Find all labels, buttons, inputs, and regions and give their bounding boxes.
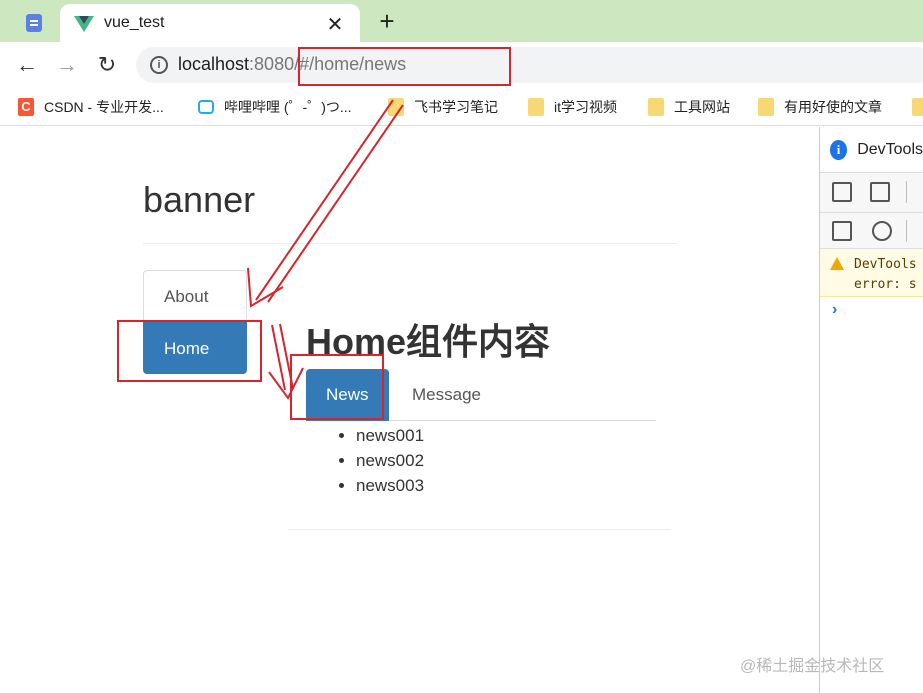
bookmark-label: 哔哩哔哩 (゜-゜)つ... [224, 99, 352, 115]
sidebar-toggle-icon[interactable] [832, 221, 852, 241]
news-list: news001 news002 news003 [356, 423, 424, 498]
vue-logo-icon [74, 14, 94, 32]
info-icon[interactable]: i [150, 56, 168, 74]
forward-button[interactable]: → [52, 50, 82, 80]
bookmark-label: 飞书学习笔记 [414, 99, 498, 115]
devtools-toolbar [820, 173, 923, 213]
clear-console-icon[interactable] [872, 221, 892, 241]
browser-tab-strip: vue_test ✕ + [0, 0, 923, 42]
browser-tab-vue-test[interactable]: vue_test ✕ [60, 4, 360, 42]
side-nav: About Home [143, 270, 247, 374]
bookmark-label: 工具网站 [674, 99, 730, 115]
devtools-panel: i DevTools DevTools error: s › [819, 127, 923, 693]
warning-icon [830, 257, 844, 270]
banner-divider [143, 243, 677, 244]
browser-tab-docs[interactable] [12, 8, 56, 38]
bookmark-overflow[interactable] [912, 96, 923, 118]
bookmark-csdn[interactable]: C CSDN - 专业开发... [18, 96, 164, 118]
new-tab-button[interactable]: + [372, 6, 402, 36]
folder-icon [388, 98, 404, 116]
folder-icon [648, 98, 664, 116]
reload-button[interactable]: ↻ [92, 50, 122, 80]
info-icon: i [830, 139, 848, 160]
content-divider [288, 529, 671, 530]
address-bar[interactable]: i localhost:8080/#/home/news [136, 47, 923, 83]
console-warning[interactable]: DevTools error: s [820, 249, 923, 297]
side-nav-about[interactable]: About [143, 270, 247, 322]
devtools-header: i DevTools [820, 127, 923, 173]
bookmark-bilibili[interactable]: 哔哩哔哩 (゜-゜)つ... [198, 96, 352, 118]
back-button[interactable]: ← [12, 50, 42, 80]
bookmark-tools[interactable]: 工具网站 [648, 96, 730, 118]
toolbar-separator [906, 220, 907, 242]
console-prompt[interactable]: › [820, 297, 923, 319]
csdn-icon: C [18, 98, 34, 116]
bookmarks-bar: C CSDN - 专业开发... 哔哩哔哩 (゜-゜)つ... 飞书学习笔记 i… [0, 88, 923, 126]
page-viewport: banner About Home Home组件内容 News Message … [0, 127, 819, 693]
tab-title: vue_test [104, 14, 165, 31]
url-host: localhost [178, 54, 250, 74]
device-toolbar-icon[interactable] [870, 182, 890, 202]
home-heading: Home组件内容 [306, 321, 551, 362]
tab-message[interactable]: Message [392, 369, 501, 421]
bookmark-feishu[interactable]: 飞书学习笔记 [388, 96, 498, 118]
console-toolbar [820, 213, 923, 249]
warning-text: DevTools error: s [854, 255, 917, 295]
watermark: @稀土掘金技术社区 [740, 658, 885, 675]
banner-title: banner [143, 179, 256, 220]
list-item: news002 [356, 448, 424, 473]
devtools-title: DevTools [857, 140, 923, 158]
folder-icon [758, 98, 774, 116]
bookmark-label: 有用好使的文章 [784, 99, 882, 115]
bookmark-label: it学习视频 [554, 99, 617, 115]
list-item: news003 [356, 473, 424, 498]
folder-icon [528, 98, 544, 116]
url-port: :8080 [249, 54, 295, 74]
bookmark-it-videos[interactable]: it学习视频 [528, 96, 617, 118]
warning-line: DevTools [854, 257, 917, 272]
url-text[interactable]: localhost:8080/#/home/news [178, 54, 406, 75]
warning-line: error: s [854, 277, 917, 292]
bookmark-articles[interactable]: 有用好使的文章 [758, 96, 882, 118]
close-icon[interactable]: ✕ [324, 12, 346, 37]
document-icon [26, 14, 42, 32]
toolbar-separator [906, 181, 907, 203]
tab-news[interactable]: News [306, 369, 389, 421]
navigation-bar: ← → ↻ i localhost:8080/#/home/news [0, 42, 923, 88]
bilibili-icon [198, 100, 214, 114]
home-sub-tabs: News Message [306, 369, 656, 421]
folder-icon [912, 98, 923, 116]
side-nav-home[interactable]: Home [143, 322, 247, 374]
bookmark-label: CSDN - 专业开发... [44, 99, 164, 115]
list-item: news001 [356, 423, 424, 448]
inspect-element-icon[interactable] [832, 182, 852, 202]
url-path: /#/home/news [294, 54, 407, 74]
